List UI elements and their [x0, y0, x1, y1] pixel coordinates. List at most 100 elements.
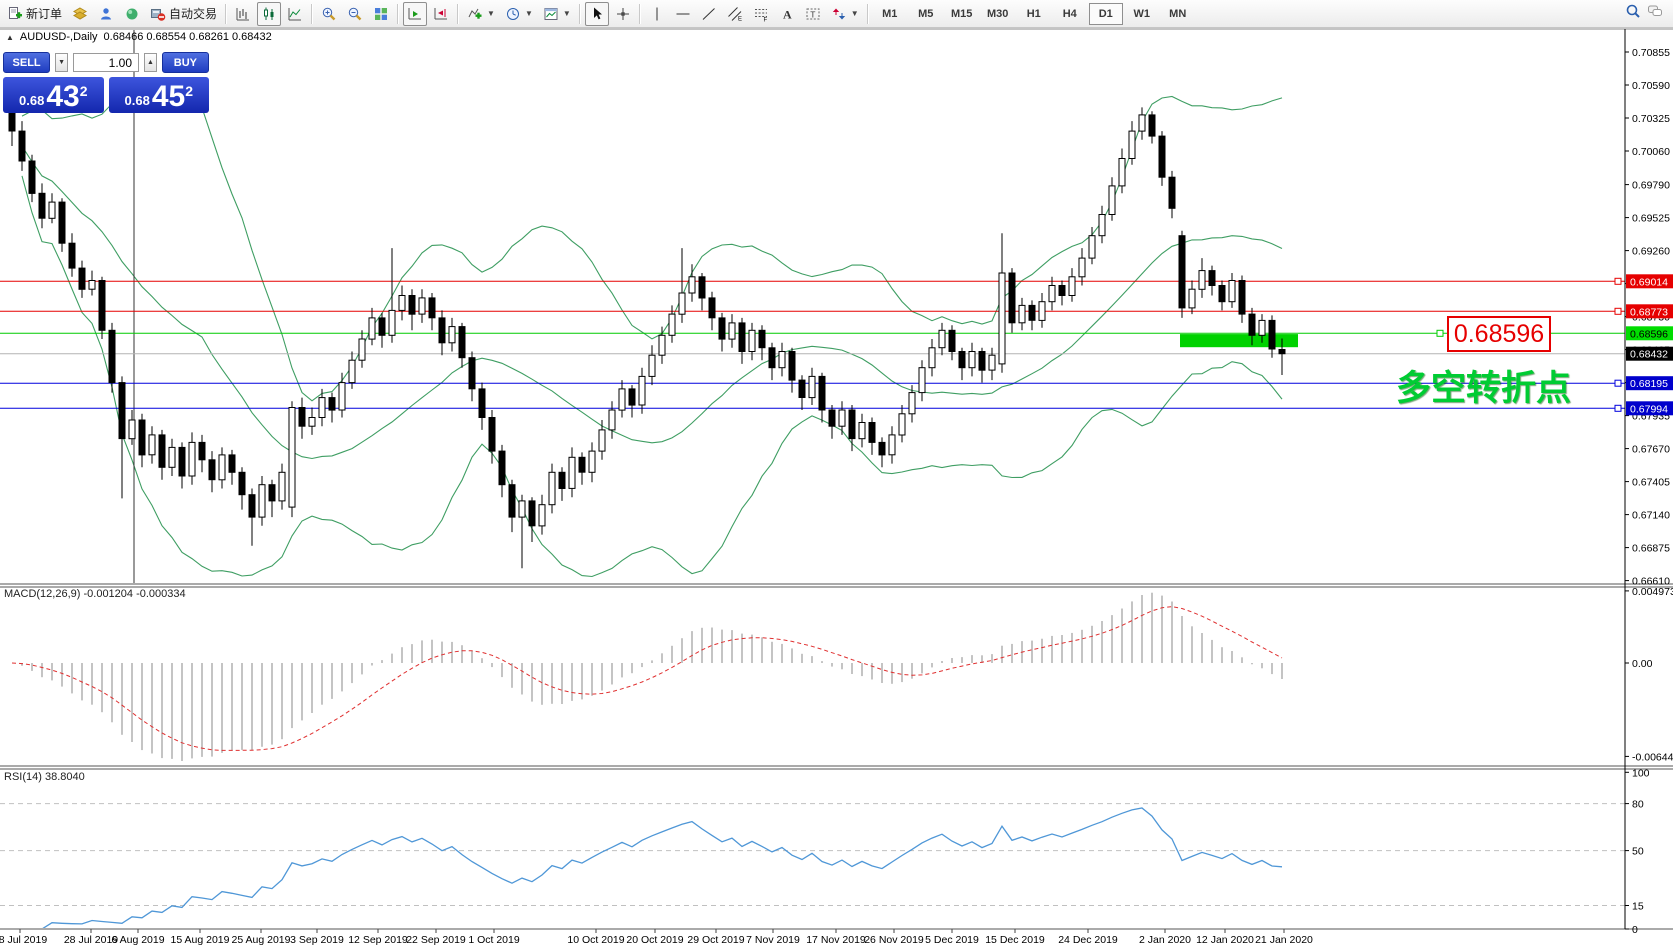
axis-tick-label: 0.00: [1632, 658, 1653, 670]
arrows-icon: [831, 6, 847, 22]
date-label: 22 Sep 2019: [406, 934, 466, 946]
text-label-button[interactable]: T: [801, 2, 825, 26]
price-level-callout-box[interactable]: 0.68596: [1447, 316, 1551, 352]
axis-tick-label: 0.69790: [1632, 180, 1670, 192]
market-watch-button[interactable]: [68, 2, 92, 26]
crosshair-button[interactable]: [611, 2, 635, 26]
date-label: 12 Jan 2020: [1196, 934, 1254, 946]
tile-windows-button[interactable]: [369, 2, 393, 26]
timeframe-M15-button[interactable]: M15: [945, 3, 979, 25]
text-button[interactable]: A: [775, 2, 799, 26]
buy-button[interactable]: BUY: [162, 52, 209, 73]
timeframe-D1-button[interactable]: D1: [1089, 3, 1123, 25]
zoom-out-icon: [347, 6, 363, 22]
axis-tick-label: 0: [1632, 924, 1638, 936]
sell-price-main: 43: [46, 83, 79, 111]
chart-shift-button[interactable]: [429, 2, 453, 26]
templates-button[interactable]: ▼: [539, 2, 575, 26]
date-label: 15 Aug 2019: [171, 934, 230, 946]
new-order-label: 新订单: [26, 5, 62, 22]
channel-icon: E: [727, 6, 743, 22]
auto-trading-label: 自动交易: [169, 5, 217, 22]
timeframe-M1-button[interactable]: M1: [873, 3, 907, 25]
support-zone-bar[interactable]: [1180, 334, 1298, 347]
sell-button[interactable]: SELL: [3, 52, 50, 73]
price-line-tag-label: 0.68773: [1630, 306, 1668, 318]
candlestick-mode-button[interactable]: [257, 2, 281, 26]
globe-icon: [124, 6, 140, 22]
buy-price-prefix: 0.68: [125, 93, 150, 108]
line-chart-mode-button[interactable]: [283, 2, 307, 26]
search-icon[interactable]: [1625, 3, 1641, 24]
date-label: 3 Sep 2019: [290, 934, 344, 946]
buy-price-pip: 2: [185, 83, 193, 99]
timeframe-M5-button[interactable]: M5: [909, 3, 943, 25]
toolbar-group: [316, 1, 394, 27]
axis-tick-label: 0.69260: [1632, 246, 1670, 258]
indicator-icon: [467, 6, 483, 22]
horizontal-line-button[interactable]: [671, 2, 695, 26]
vertical-line-button[interactable]: [645, 2, 669, 26]
new-order-button[interactable]: 新订单: [3, 2, 66, 26]
linechart-icon: [287, 6, 303, 22]
ohlc-readout: 0.68466 0.68554 0.68261 0.68432: [104, 31, 272, 43]
buy-price-display[interactable]: 0.68 45 2: [109, 77, 210, 113]
zoom-in-button[interactable]: [317, 2, 341, 26]
timeframe-H1-button[interactable]: H1: [1017, 3, 1051, 25]
volume-decrease-button[interactable]: ▼: [55, 53, 68, 72]
macd-indicator-label: MACD(12,26,9) -0.001204 -0.000334: [4, 588, 186, 600]
timeframe-H4-button[interactable]: H4: [1053, 3, 1087, 25]
navigator-button[interactable]: [120, 2, 144, 26]
dropdown-caret-icon[interactable]: ▼: [563, 9, 571, 18]
toolbar-group: ▼ ▼ ▼: [462, 1, 576, 27]
dropdown-caret-icon[interactable]: ▼: [487, 9, 495, 18]
indicators-list-button[interactable]: ▼: [463, 2, 499, 26]
layers-icon: [72, 6, 88, 22]
toolbar-group: EFAT ▼: [644, 1, 864, 27]
date-label: 10 Oct 2019: [567, 934, 624, 946]
auto-scroll-button[interactable]: [403, 2, 427, 26]
dropdown-caret-icon[interactable]: ▼: [851, 9, 859, 18]
date-label: 28 Jul 2019: [64, 934, 118, 946]
date-label: 12 Sep 2019: [348, 934, 408, 946]
bar-chart-mode-button[interactable]: [231, 2, 255, 26]
axis-tick-label: 15: [1632, 900, 1644, 912]
dropdown-caret-icon[interactable]: ▼: [525, 9, 533, 18]
chat-icon[interactable]: [1647, 3, 1663, 24]
axis-tick-label: 100: [1632, 767, 1650, 779]
auto-trading-button[interactable]: 自动交易: [146, 2, 221, 26]
axis-tick-label: 0.70590: [1632, 80, 1670, 92]
one-click-trading-panel: SELL ▼ ▲ BUY 0.68 43 2 0.68 45 2: [3, 52, 209, 113]
arrows-button[interactable]: ▼: [827, 2, 863, 26]
crosshair-icon: [615, 6, 631, 22]
chart-canvas[interactable]: 0.708550.705900.703250.700600.697900.695…: [0, 0, 1673, 950]
axis-tick-label: 0.67140: [1632, 510, 1670, 522]
date-label: 21 Jan 2020: [1255, 934, 1313, 946]
date-label: 25 Aug 2019: [232, 934, 291, 946]
timeframe-M30-button[interactable]: M30: [981, 3, 1015, 25]
toolbar-separator: [579, 4, 581, 24]
candles-icon: [261, 6, 277, 22]
date-label: 24 Dec 2019: [1058, 934, 1118, 946]
template-icon: [543, 6, 559, 22]
equidistant-channel-button[interactable]: E: [723, 2, 747, 26]
periods-button[interactable]: ▼: [501, 2, 537, 26]
data-window-button[interactable]: [94, 2, 118, 26]
turning-point-annotation[interactable]: 多空转折点: [1396, 360, 1571, 411]
timeframe-W1-button[interactable]: W1: [1125, 3, 1159, 25]
macd-signal-value: -0.000334: [136, 588, 186, 600]
volume-increase-button[interactable]: ▲: [144, 53, 157, 72]
axis-tick-label: 0.70325: [1632, 113, 1670, 125]
fibonacci-button[interactable]: F: [749, 2, 773, 26]
timeframe-MN-button[interactable]: MN: [1161, 3, 1195, 25]
bars-icon: [235, 6, 251, 22]
zoom-out-button[interactable]: [343, 2, 367, 26]
trendline-button[interactable]: [697, 2, 721, 26]
axis-tick-label: -0.00644: [1632, 751, 1673, 763]
collapse-panel-icon[interactable]: ▲: [6, 33, 14, 42]
axis-tick-label: 0.69525: [1632, 213, 1670, 225]
sell-price-display[interactable]: 0.68 43 2: [3, 77, 104, 113]
volume-input[interactable]: [73, 53, 139, 72]
toolbar-separator: [867, 4, 869, 24]
cursor-button[interactable]: [585, 2, 609, 26]
